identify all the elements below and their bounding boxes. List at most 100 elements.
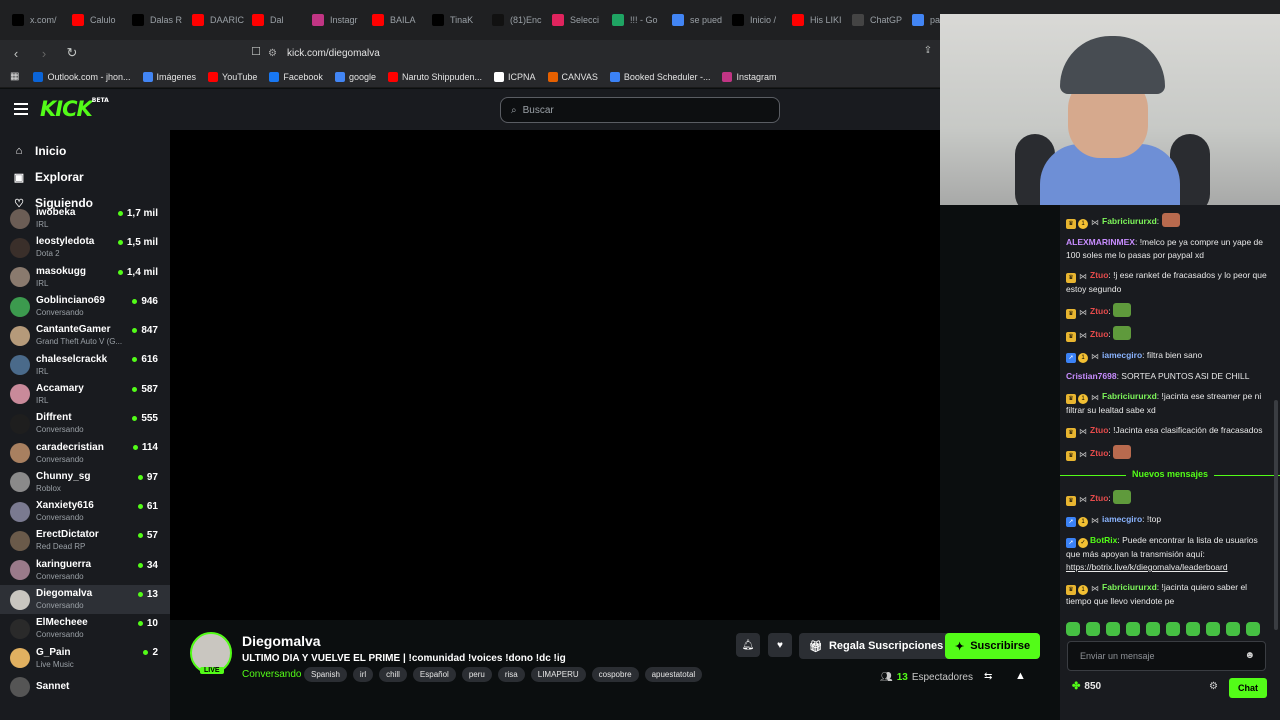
bookmark-item[interactable]: google [334, 71, 376, 82]
following-item[interactable]: G_Pain Live Music 2 [0, 643, 170, 672]
browser-tab[interactable]: Dal [244, 6, 304, 34]
chat-username[interactable]: Fabriciururxd [1102, 391, 1157, 401]
following-item[interactable]: iwobeka IRL 1,7 mil [0, 204, 170, 233]
subscribe-button[interactable]: ✦ Suscribirse [945, 633, 1041, 659]
following-item[interactable]: leostyledota Dota 2 1,5 mil [0, 233, 170, 262]
browser-tab[interactable]: DAARIC [184, 6, 244, 34]
chat-input[interactable]: Enviar un mensaje ☻ [1067, 641, 1266, 671]
browser-tab[interactable]: (81)Enc [484, 6, 544, 34]
emote-icon[interactable] [1106, 622, 1120, 636]
following-item[interactable]: Xanxiety616 Conversando 61 [0, 497, 170, 526]
following-item[interactable]: Accamary IRL 587 [0, 380, 170, 409]
emote-icon[interactable] [1226, 622, 1240, 636]
emote-icon[interactable] [1146, 622, 1160, 636]
stream-tag[interactable]: cospobre [591, 667, 639, 682]
bookmark-item[interactable]: Naruto Shippuden... [387, 71, 482, 82]
following-item[interactable]: chaleselcrackk IRL 616 [0, 350, 170, 379]
chat-username[interactable]: iamecgiro [1102, 350, 1142, 360]
bookmark-item[interactable]: Outlook.com - jhon... [33, 71, 131, 82]
browser-tab[interactable]: se pued [664, 6, 724, 34]
reload-icon[interactable]: ↻ [64, 45, 80, 61]
emote-icon[interactable] [1246, 622, 1260, 636]
following-item[interactable]: ElMecheee Conversando 10 [0, 614, 170, 643]
bookmark-item[interactable]: Facebook [269, 71, 323, 82]
bookmark-item[interactable]: Booked Scheduler -... [609, 71, 710, 82]
following-item[interactable]: Goblinciano69 Conversando 946 [0, 292, 170, 321]
stream-tag[interactable]: apuestatotal [644, 667, 703, 682]
bookmark-item[interactable]: YouTube [208, 71, 257, 82]
stream-tag[interactable]: Spanish [304, 667, 347, 682]
bookmark-item[interactable]: Imágenes [142, 71, 196, 82]
streamer-name[interactable]: Diegomalva [242, 633, 321, 649]
stream-tag[interactable]: irl [352, 667, 374, 682]
report-icon[interactable]: ▲ [1015, 670, 1026, 682]
search-input[interactable]: ⌕ Buscar [500, 97, 780, 123]
chat-username[interactable]: Fabriciururxd [1102, 216, 1157, 226]
stream-tag[interactable]: risa [497, 667, 525, 682]
following-item[interactable]: Chunny_sg Roblox 97 [0, 468, 170, 497]
video-player[interactable] [170, 130, 940, 620]
nav-item-explorar[interactable]: ▣ Explorar [0, 164, 170, 190]
browser-tab[interactable]: BAILA [364, 6, 424, 34]
following-item[interactable]: caradecristian Conversando 114 [0, 438, 170, 467]
emote-icon[interactable] [1066, 622, 1080, 636]
chat-username[interactable]: Ztuo [1090, 448, 1108, 458]
chat-username[interactable]: Cristian7698 [1066, 371, 1117, 381]
browser-tab[interactable]: Inicio / [724, 6, 784, 34]
gift-subs-button[interactable]: 🎁︎ Regala Suscripciones [799, 633, 954, 659]
bookmark-icon[interactable]: ☐ [248, 45, 264, 58]
bookmark-item[interactable]: Instagram [722, 71, 776, 82]
following-item[interactable]: ErectDictator Red Dead RP 57 [0, 526, 170, 555]
nav-item-inicio[interactable]: ⌂ Inicio [0, 138, 170, 164]
chat-username[interactable]: iamecgiro [1102, 514, 1142, 524]
following-item[interactable]: CantanteGamer Grand Theft Auto V (G... 847 [0, 321, 170, 350]
share-icon[interactable]: ⇆ [984, 671, 992, 682]
menu-icon[interactable] [14, 103, 28, 118]
channel-points[interactable]: ✤ 850 [1072, 681, 1101, 692]
browser-tab[interactable]: x.com/ [4, 6, 64, 34]
chat-scrollbar[interactable] [1274, 400, 1278, 630]
browser-tab[interactable]: Selecci [544, 6, 604, 34]
following-item[interactable]: karinguerra Conversando 34 [0, 556, 170, 585]
stream-tag[interactable]: Español [412, 667, 456, 682]
following-item[interactable]: Sannet [0, 673, 170, 702]
apps-icon[interactable]: ▦ [10, 71, 19, 82]
chat-username[interactable]: Ztuo [1090, 425, 1108, 435]
chat-send-button[interactable]: Chat [1229, 678, 1267, 698]
browser-tab[interactable]: Dalas R [124, 6, 184, 34]
following-item[interactable]: Diegomalva Conversando 13 [0, 584, 170, 615]
chat-username[interactable]: BotRix [1090, 535, 1117, 545]
following-item[interactable]: Diffrent Conversando 555 [0, 409, 170, 438]
browser-tab[interactable]: Instagr [304, 6, 364, 34]
site-settings-icon[interactable]: ⚙ [268, 48, 277, 59]
chat-username[interactable]: ALEXMARINMEX [1066, 237, 1135, 247]
stream-tag[interactable]: chill [379, 667, 407, 682]
chat-username[interactable]: Ztuo [1090, 270, 1108, 280]
emote-icon[interactable] [1086, 622, 1100, 636]
new-messages-divider[interactable]: Nuevos mensajes [1060, 468, 1280, 482]
emote-icon[interactable] [1206, 622, 1220, 636]
browser-tab[interactable]: TinaK [424, 6, 484, 34]
chat-username[interactable]: Ztuo [1090, 306, 1108, 316]
chat-username[interactable]: Fabriciururxd [1102, 582, 1157, 592]
browser-tab[interactable]: His LIKI [784, 6, 844, 34]
emote-icon[interactable] [1186, 622, 1200, 636]
browser-tab[interactable]: Calulo [64, 6, 124, 34]
browser-tab[interactable]: !!! - Go [604, 6, 664, 34]
browser-tab[interactable]: ChatGP [844, 6, 904, 34]
stream-tag[interactable]: LIMAPERU [530, 667, 586, 682]
forward-icon[interactable]: › [36, 46, 52, 61]
chat-link[interactable]: https://botrix.live/k/diegomalva/leaderb… [1066, 562, 1228, 572]
bookmark-item[interactable]: CANVAS [547, 71, 598, 82]
kick-logo[interactable]: KICKBETA [40, 97, 109, 121]
following-item[interactable]: masokugg IRL 1,4 mil [0, 263, 170, 292]
follow-button[interactable]: ♥ [768, 633, 792, 657]
emoji-icon[interactable]: ☻ [1244, 650, 1255, 661]
emote-icon[interactable] [1126, 622, 1140, 636]
bookmark-item[interactable]: ICPNA [494, 71, 536, 82]
back-icon[interactable]: ‹ [8, 46, 24, 61]
stream-tag[interactable]: peru [461, 667, 492, 682]
chat-username[interactable]: Ztuo [1090, 493, 1108, 503]
address-bar[interactable]: ⚙ kick.com/diegomalva [268, 44, 928, 62]
chat-settings-icon[interactable]: ⚙ [1209, 681, 1218, 692]
